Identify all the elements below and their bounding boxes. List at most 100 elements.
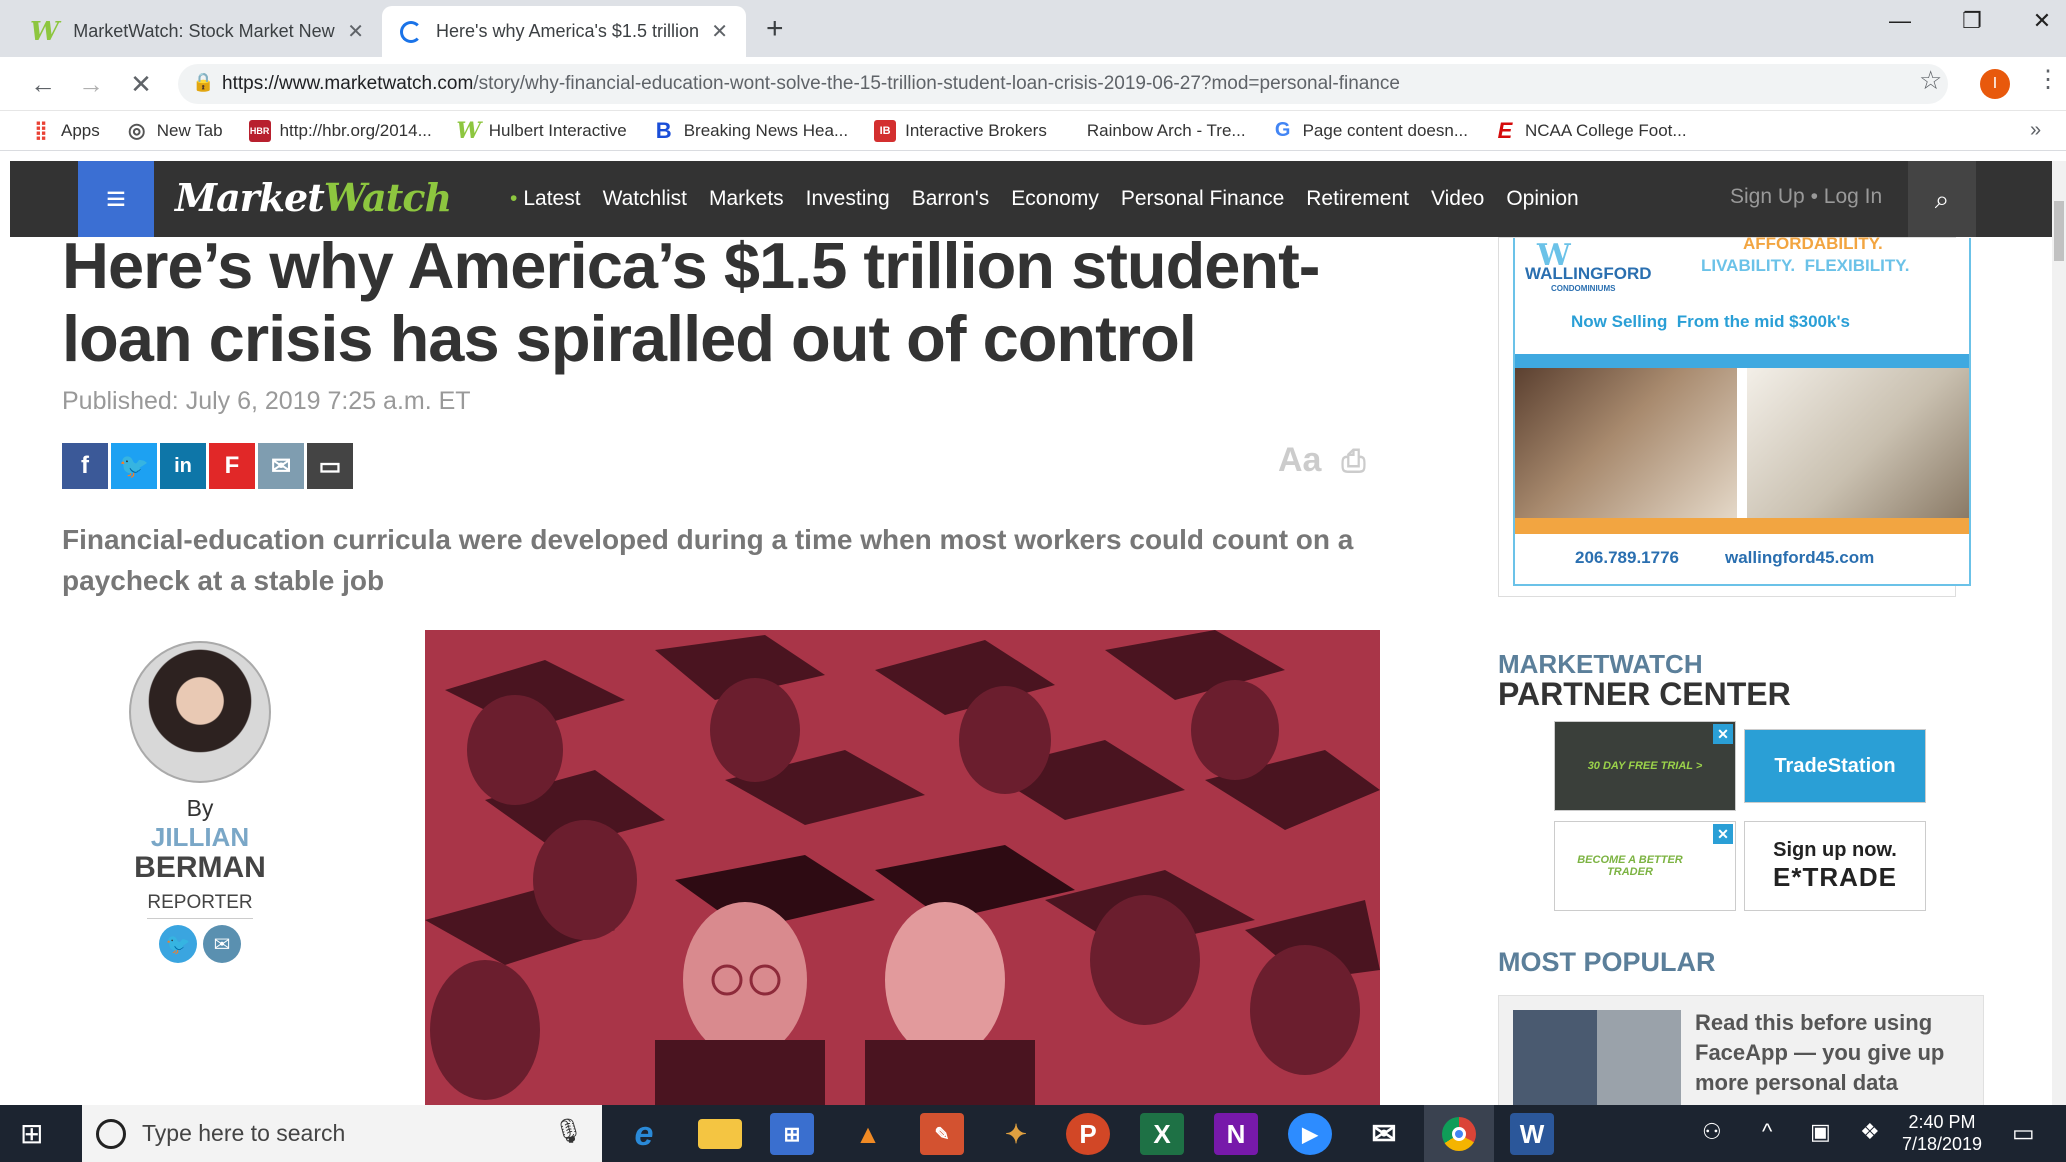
close-tab-icon[interactable]: ✕: [711, 19, 728, 44]
auth-links: Sign Up • Log In: [1730, 185, 1882, 209]
google-g-icon: G: [1274, 119, 1291, 141]
ad-photo-living-room: [1747, 368, 1969, 518]
etrade-ad[interactable]: Sign up now. E*TRADE: [1744, 821, 1926, 911]
powerpoint-icon[interactable]: P: [1066, 1113, 1110, 1155]
page-scrollbar[interactable]: [2052, 161, 2066, 1105]
bookmark-apps[interactable]: ⣿ Apps: [30, 120, 99, 142]
back-arrow-icon[interactable]: ←: [26, 67, 60, 101]
mail-icon[interactable]: ✉: [1362, 1113, 1406, 1155]
nav-video[interactable]: Video: [1431, 187, 1484, 211]
bookmark-hbr[interactable]: HBR http://hbr.org/2014...: [248, 119, 432, 142]
minimize-icon[interactable]: —: [1880, 8, 1920, 34]
flipboard-share-icon[interactable]: F: [209, 443, 255, 489]
edge-browser-icon[interactable]: e: [622, 1113, 666, 1155]
bookmark-star-icon[interactable]: ☆: [1919, 65, 1942, 96]
windows-start-icon[interactable]: ⊞: [20, 1117, 43, 1150]
close-window-icon[interactable]: ✕: [2022, 8, 2062, 34]
comments-icon[interactable]: ▭: [307, 443, 353, 489]
nav-investing[interactable]: Investing: [806, 187, 890, 211]
nav-watchlist[interactable]: Watchlist: [603, 187, 687, 211]
most-popular-thumbnail: [1513, 1010, 1681, 1105]
scrollbar-thumb[interactable]: [2054, 201, 2064, 261]
author-twitter-icon[interactable]: 🐦: [159, 925, 197, 963]
zoom-icon[interactable]: ▶: [1288, 1113, 1332, 1155]
show-hidden-icons-chevron-icon[interactable]: ^: [1762, 1119, 1772, 1145]
better-trader-ad[interactable]: BECOME A BETTER TRADER ✕: [1554, 821, 1736, 911]
stop-loading-icon[interactable]: ✕: [124, 67, 158, 101]
nav-markets[interactable]: Markets: [709, 187, 784, 211]
taskbar-clock[interactable]: 2:40 PM 7/18/2019: [1892, 1111, 1992, 1155]
email-share-icon[interactable]: ✉: [258, 443, 304, 489]
people-icon[interactable]: ⚇: [1702, 1119, 1722, 1145]
utility-app-icon[interactable]: ✦: [994, 1113, 1038, 1155]
search-icon[interactable]: ⌕: [1908, 161, 1976, 237]
bookmark-ncaa[interactable]: E NCAA College Foot...: [1494, 118, 1687, 143]
hero-image-graduates: [425, 630, 1380, 1105]
file-explorer-icon[interactable]: [698, 1119, 742, 1149]
microphone-icon[interactable]: 🎙: [554, 1117, 584, 1146]
log-in-link[interactable]: Log In: [1824, 185, 1882, 208]
nav-personal-finance[interactable]: Personal Finance: [1121, 187, 1284, 211]
hamburger-menu-icon[interactable]: ≡: [78, 161, 154, 237]
ad-close-icon[interactable]: ✕: [1713, 824, 1733, 844]
ad-close-icon[interactable]: ✕: [1713, 724, 1733, 744]
nav-economy[interactable]: Economy: [1011, 187, 1099, 211]
screen: W MarketWatch: Stock Market New ✕ Here's…: [0, 0, 2066, 1162]
bookmark-interactive-brokers[interactable]: IB Interactive Brokers: [874, 119, 1047, 142]
onenote-icon[interactable]: N: [1214, 1113, 1258, 1155]
tradestation-trial-ad[interactable]: 30 DAY FREE TRIAL > ✕: [1554, 721, 1736, 811]
tradestation-logo[interactable]: TradeStation: [1744, 729, 1926, 803]
print-icon[interactable]: ⎙: [1341, 445, 1365, 478]
nav-retirement[interactable]: Retirement: [1306, 187, 1409, 211]
profile-avatar[interactable]: I: [1980, 69, 2010, 99]
chrome-taskbar-button[interactable]: [1424, 1105, 1494, 1162]
dropbox-icon[interactable]: ❖: [1860, 1119, 1880, 1145]
article-tools: Aa ⎙: [1278, 441, 1365, 480]
tab-article[interactable]: Here's why America's $1.5 trillion ✕: [382, 6, 746, 57]
author-first-name[interactable]: JILLIAN: [110, 822, 290, 852]
excel-icon[interactable]: X: [1140, 1113, 1184, 1155]
marketwatch-logo[interactable]: MarketWatch: [175, 175, 452, 220]
author-avatar[interactable]: [129, 641, 271, 783]
linkedin-share-icon[interactable]: in: [160, 443, 206, 489]
taskbar-search-box[interactable]: Type here to search 🎙: [82, 1105, 602, 1162]
bookmark-hulbert[interactable]: W Hulbert Interactive: [456, 118, 626, 144]
new-tab-plus-icon[interactable]: +: [766, 12, 784, 46]
close-tab-icon[interactable]: ✕: [347, 19, 364, 44]
text-size-button[interactable]: Aa: [1278, 441, 1321, 479]
microsoft-store-icon[interactable]: ⊞: [770, 1113, 814, 1155]
restore-icon[interactable]: ❐: [1952, 8, 1992, 34]
byline-by: By: [186, 795, 214, 821]
facebook-share-icon[interactable]: f: [62, 443, 108, 489]
bookmark-breaking-news[interactable]: B Breaking News Hea...: [653, 118, 848, 143]
ad-stripe-blue: [1515, 354, 1969, 368]
loading-spinner-icon: [400, 20, 422, 43]
marketwatch-favicon-icon: W: [30, 16, 60, 47]
action-center-icon[interactable]: ▭: [2012, 1119, 2035, 1148]
nav-latest[interactable]: • Latest: [510, 187, 581, 211]
ad-brand: WALLINGFORD: [1525, 264, 1652, 283]
network-icon[interactable]: ▣: [1810, 1119, 1831, 1145]
tab-marketwatch-home[interactable]: W MarketWatch: Stock Market New ✕: [12, 6, 382, 57]
paint-app-icon[interactable]: ✎: [920, 1113, 964, 1155]
author-email-icon[interactable]: ✉: [203, 925, 241, 963]
more-bookmarks-chevron-icon[interactable]: »: [2030, 119, 2041, 142]
cortana-ring-icon: [96, 1119, 126, 1149]
most-popular-item[interactable]: Read this before using FaceApp — you giv…: [1498, 995, 1984, 1105]
bookmark-page-content[interactable]: G Page content doesn...: [1272, 119, 1468, 142]
bookmark-new-tab[interactable]: ◎ New Tab: [126, 120, 223, 142]
sign-up-link[interactable]: Sign Up: [1730, 185, 1805, 208]
matlab-icon[interactable]: ▲: [846, 1113, 890, 1155]
bookmark-rainbow-arch[interactable]: Rainbow Arch - Tre...: [1087, 121, 1246, 141]
nav-opinion[interactable]: Opinion: [1506, 187, 1578, 211]
address-bar[interactable]: 🔒 https://www.marketwatch.com/story/why-…: [178, 64, 1948, 104]
twitter-share-icon[interactable]: 🐦: [111, 443, 157, 489]
word-icon[interactable]: W: [1510, 1113, 1554, 1155]
ad-photo-kitchen: [1515, 368, 1737, 518]
menu-kebab-icon[interactable]: ⋮: [2036, 65, 2060, 94]
wallingford-ad[interactable]: W WALLINGFORD CONDOMINIUMS AFFORDABILITY…: [1513, 234, 1971, 586]
author-last-name[interactable]: BERMAN: [110, 852, 290, 884]
nav-barrons[interactable]: Barron's: [912, 187, 990, 211]
forward-arrow-icon[interactable]: →: [74, 67, 108, 101]
ad-container[interactable]: W WALLINGFORD CONDOMINIUMS AFFORDABILITY…: [1498, 234, 1971, 597]
